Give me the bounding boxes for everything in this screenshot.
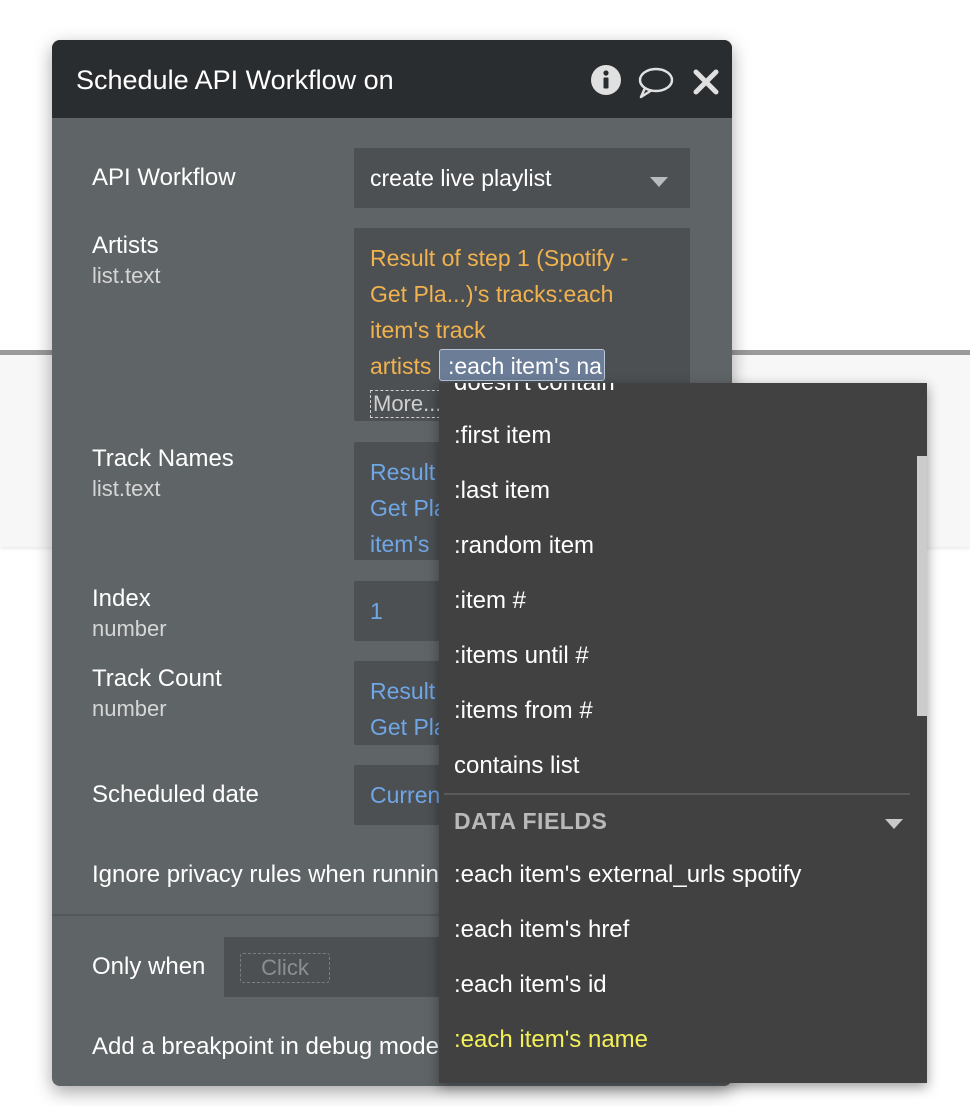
artists-expression-line: Get Pla...)'s tracks:each: [370, 281, 614, 307]
track-names-expression-line: Result: [370, 459, 436, 485]
track-names-type: list.text: [92, 476, 161, 501]
api-workflow-label: API Workflow: [92, 164, 236, 191]
scheduled-date-value: Curren: [370, 782, 441, 808]
index-value: 1: [370, 598, 383, 624]
dropdown-item[interactable]: :items until #: [454, 641, 589, 671]
only-when-label: Only when: [92, 953, 206, 980]
dropdown-item[interactable]: :items from #: [454, 696, 593, 726]
scheduled-date-label: Scheduled date: [92, 781, 259, 808]
dropdown-item-highlighted[interactable]: :each item's name: [454, 1025, 648, 1055]
data-fields-section-title[interactable]: DATA FIELDS: [454, 806, 607, 836]
dropdown-scrollbar[interactable]: [917, 456, 927, 716]
track-count-type: number: [92, 696, 167, 721]
track-names-expression-line: Get Pla: [370, 495, 447, 521]
track-count-label: Track Count: [92, 665, 222, 692]
chevron-down-icon[interactable]: [885, 816, 903, 834]
track-names-label: Track Names: [92, 445, 234, 472]
dropdown-item[interactable]: :each item's href: [454, 915, 629, 945]
close-icon[interactable]: [692, 68, 720, 101]
dropdown-item[interactable]: contains list: [454, 751, 579, 781]
panel-header: Schedule API Workflow on a list: [52, 40, 732, 118]
artists-expression-line: item's track: [370, 317, 486, 343]
index-type: number: [92, 616, 167, 641]
chevron-down-icon: [650, 174, 668, 192]
dropdown-item[interactable]: :each item's external_urls spotify: [454, 860, 801, 890]
track-count-expression-line: Result: [370, 678, 436, 704]
info-icon[interactable]: [590, 64, 622, 101]
dropdown-separator: [444, 793, 910, 795]
dropdown-item[interactable]: :first item: [454, 421, 551, 451]
artists-expression-line: Result of step 1 (Spotify -: [370, 245, 629, 271]
ignore-privacy-label: Ignore privacy rules when running: [92, 861, 453, 888]
breakpoint-label: Add a breakpoint in debug mode: [92, 1033, 439, 1060]
api-workflow-select[interactable]: create live playlist: [354, 148, 690, 208]
artists-label: Artists: [92, 232, 159, 259]
dropdown-item[interactable]: :last item: [454, 476, 550, 506]
track-count-expression-line: Get Pla: [370, 714, 447, 740]
track-names-expression-line: item's: [370, 531, 430, 557]
dropdown-item[interactable]: :random item: [454, 531, 594, 561]
comment-icon[interactable]: [637, 66, 675, 105]
selected-expression-token[interactable]: :each item's na: [439, 349, 605, 381]
api-workflow-value: create live playlist: [370, 165, 552, 191]
panel-title: Schedule API Workflow on a list: [76, 65, 394, 95]
more-link[interactable]: More...: [370, 390, 440, 418]
index-label: Index: [92, 585, 151, 612]
only-when-placeholder[interactable]: Click: [240, 953, 330, 983]
dropdown-item[interactable]: :each item's id: [454, 970, 607, 1000]
dropdown-item[interactable]: :item #: [454, 586, 526, 616]
expression-operator-dropdown: doesn't contain :first item :last item :…: [439, 383, 927, 1083]
dropdown-item[interactable]: doesn't contain: [454, 383, 615, 398]
artists-type: list.text: [92, 263, 161, 288]
artists-expression-line: artists: [370, 353, 432, 379]
